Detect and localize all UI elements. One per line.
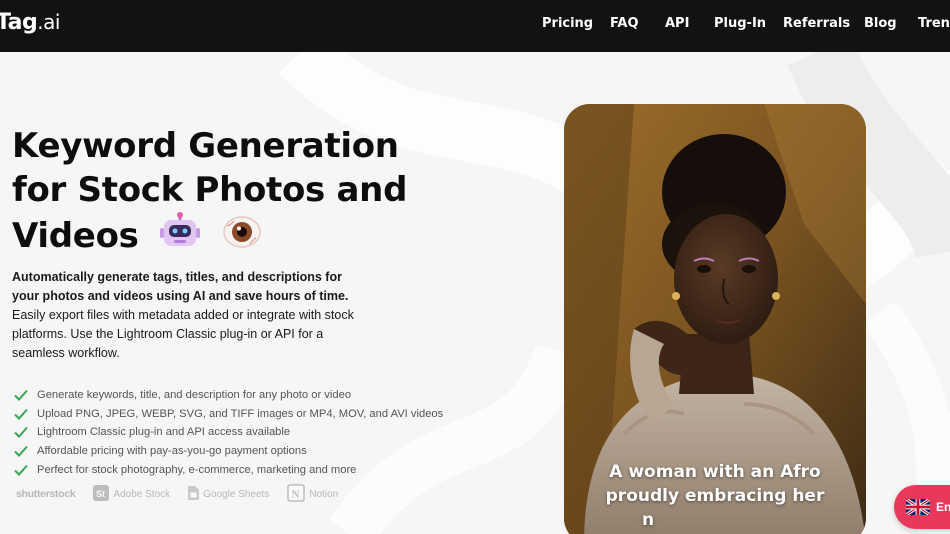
nav-referrals[interactable]: Referrals <box>783 16 850 31</box>
check-icon <box>14 408 28 420</box>
hero-title-line3: Videos <box>12 216 139 256</box>
hero-title-line2: for Stock Photos and <box>12 170 408 210</box>
hero-title-line1: Keyword Generation <box>12 126 399 166</box>
uk-flag-icon <box>906 499 930 515</box>
main-nav: Pricing FAQ API Plug-In Referrals Blog T… <box>0 0 950 52</box>
feature-text: Upload PNG, JPEG, WEBP, SVG, and TIFF im… <box>37 407 444 420</box>
nav-plugin[interactable]: Plug-In <box>714 16 766 31</box>
adobe-stock-icon: St <box>93 484 110 504</box>
svg-text:St: St <box>96 489 105 499</box>
check-icon <box>14 464 28 476</box>
google-sheets-label: Google Sheets <box>203 488 270 500</box>
check-icon <box>14 427 28 439</box>
robot-icon <box>160 212 201 263</box>
check-icon <box>14 390 28 402</box>
hero-description-bold: Automatically generate tags, titles, and… <box>12 270 349 303</box>
feature-item: Upload PNG, JPEG, WEBP, SVG, and TIFF im… <box>14 405 443 424</box>
svg-text:N: N <box>292 488 300 500</box>
adobe-stock-label: Adobe Stock <box>113 488 171 500</box>
feature-item: Perfect for stock photography, e-commerc… <box>14 460 443 479</box>
shutterstock-label: shutterstock <box>16 488 76 500</box>
hero-title: Keyword Generation for Stock Photos and … <box>12 124 432 263</box>
nav-pricing[interactable]: Pricing <box>542 16 593 31</box>
adobe-stock-logo: St Adobe Stock <box>93 484 171 504</box>
notion-label: Notion <box>309 488 339 500</box>
nav-api[interactable]: API <box>665 16 689 31</box>
hero-description: Automatically generate tags, titles, and… <box>12 268 372 363</box>
caption-line2: proudly embracing her <box>605 486 825 506</box>
caption-line3: n <box>642 510 655 530</box>
google-sheets-icon <box>188 485 200 503</box>
nav-trends[interactable]: Trends <box>918 16 950 31</box>
eye-icon <box>222 212 262 263</box>
platform-logos: shutterstock St Adobe Stock Google Sheet… <box>16 483 356 505</box>
shutterstock-logo: shutterstock <box>16 488 76 500</box>
feature-item: Generate keywords, title, and descriptio… <box>14 386 443 405</box>
check-icon <box>14 445 28 458</box>
photo-caption: A woman with an Afro proudly embracing h… <box>564 460 866 532</box>
nav-faq[interactable]: FAQ <box>610 16 639 31</box>
feature-item: Lightroom Classic plug-in and API access… <box>14 423 443 442</box>
notion-logo: N Notion <box>287 483 339 505</box>
google-sheets-logo: Google Sheets <box>188 485 270 503</box>
caption-line1: A woman with an Afro <box>609 462 821 482</box>
feature-text: Generate keywords, title, and descriptio… <box>37 389 352 402</box>
feature-text: Lightroom Classic plug-in and API access… <box>37 426 291 439</box>
feature-item: Affordable pricing with pay-as-you-go pa… <box>14 442 443 461</box>
top-navbar: Tag.ai Pricing FAQ API Plug-In Referrals… <box>0 0 950 52</box>
language-label: En <box>936 500 950 514</box>
demo-photo-card: A woman with an Afro proudly embracing h… <box>564 104 866 534</box>
hero-description-rest: Easily export files with metadata added … <box>12 308 354 360</box>
feature-text: Perfect for stock photography, e-commerc… <box>37 463 357 476</box>
notion-icon: N <box>287 483 306 505</box>
feature-list: Generate keywords, title, and descriptio… <box>14 386 443 479</box>
nav-blog[interactable]: Blog <box>864 16 897 31</box>
feature-text: Affordable pricing with pay-as-you-go pa… <box>37 445 307 458</box>
language-switcher-button[interactable]: En <box>894 485 950 529</box>
